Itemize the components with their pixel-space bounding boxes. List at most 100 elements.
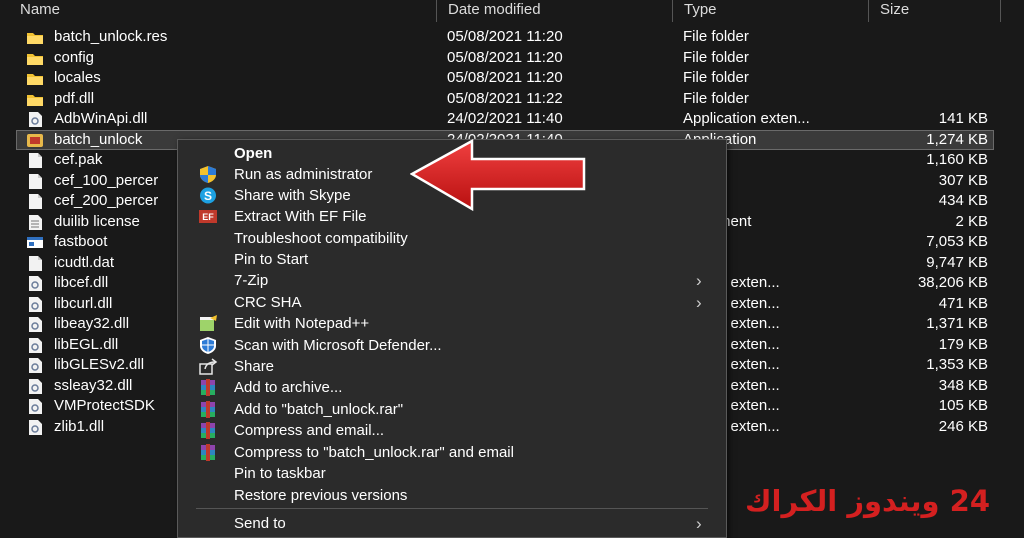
- menu-item-pin-to-taskbar[interactable]: Pin to taskbar: [178, 463, 726, 484]
- file-icon: [26, 153, 44, 168]
- menu-item-7-zip[interactable]: 7-Zip ›: [178, 270, 726, 291]
- dll-file-icon: [26, 337, 44, 353]
- file-size: 9,747 KB: [926, 253, 988, 271]
- menu-item-scan-with-microsoft-defender[interactable]: Scan with Microsoft Defender...: [178, 335, 726, 356]
- menu-item-restore-previous-versions[interactable]: Restore previous versions: [178, 485, 726, 506]
- column-divider[interactable]: [672, 0, 673, 22]
- menu-item-label: Compress to "batch_unlock.rar" and email: [234, 444, 514, 461]
- file-type: File folder: [683, 28, 749, 45]
- file-type: File folder: [683, 69, 749, 86]
- menu-item-edit-with-notepad[interactable]: Edit with Notepad++: [178, 313, 726, 334]
- chevron-right-icon: ›: [696, 271, 702, 290]
- file-size: 307 KB: [938, 171, 988, 189]
- menu-item-label: Edit with Notepad++: [234, 315, 370, 332]
- file-type: Application exten...: [683, 110, 810, 127]
- chevron-right-icon: ›: [696, 293, 702, 312]
- file-size: 1,160 KB: [926, 151, 988, 168]
- menu-item-add-to-batch-unlock-rar[interactable]: Add to "batch_unlock.rar": [178, 399, 726, 420]
- chevron-right-icon: ›: [696, 514, 702, 533]
- dll-file-icon: [26, 112, 44, 127]
- column-header-size[interactable]: Size: [872, 0, 909, 22]
- file-date: 05/08/2021 11:22: [447, 89, 563, 107]
- file-size: 246 KB: [938, 417, 988, 435]
- winrar-icon: [198, 444, 218, 461]
- dll-file-icon: [26, 296, 44, 312]
- menu-item-compress-to-batch-unlock-rar-and-email[interactable]: Compress to "batch_unlock.rar" and email: [178, 442, 726, 463]
- file-icon: [26, 173, 44, 189]
- file-row[interactable]: config 05/08/2021 11:20 File folder: [0, 48, 1024, 69]
- svg-text:S: S: [204, 189, 212, 203]
- menu-separator: [196, 508, 708, 509]
- file-type: File folder: [683, 89, 749, 107]
- file-date: 05/08/2021 11:20: [447, 48, 563, 66]
- file-name: AdbWinApi.dll: [54, 110, 148, 127]
- menu-item-label: Share: [234, 358, 275, 375]
- file-row[interactable]: pdf.dll 05/08/2021 11:22 File folder: [0, 89, 1024, 110]
- file-name: config: [54, 48, 95, 66]
- file-size: 471 KB: [938, 294, 988, 312]
- folder-icon: [26, 30, 44, 45]
- file-date: 24/02/2021 11:40: [447, 110, 563, 127]
- menu-item-label: Add to archive...: [234, 379, 343, 396]
- winrar-icon: [198, 422, 218, 439]
- file-size: [876, 89, 988, 110]
- menu-item-label: Open: [234, 145, 273, 162]
- menu-item-pin-to-start[interactable]: Pin to Start: [178, 249, 726, 270]
- file-row[interactable]: locales 05/08/2021 11:20 File folder: [0, 68, 1024, 89]
- winrar-icon: [198, 401, 218, 418]
- menu-item-label: Send to: [234, 515, 286, 532]
- file-name: batch_unlock.res: [54, 28, 168, 45]
- column-header-date[interactable]: Date modified: [440, 0, 541, 22]
- watermark-text: 24 ويندوز الكراك: [744, 484, 990, 518]
- column-divider[interactable]: [436, 0, 437, 22]
- skype-icon: S: [198, 187, 218, 204]
- dll-file-icon: [26, 378, 44, 394]
- file-size: 179 KB: [938, 335, 988, 353]
- file-size: [876, 48, 988, 69]
- column-header-type[interactable]: Type: [676, 0, 717, 22]
- file-size: 348 KB: [938, 376, 988, 394]
- text-file-icon: [26, 214, 44, 230]
- file-size: 105 KB: [938, 397, 988, 414]
- folder-icon: [26, 51, 44, 66]
- file-size: 434 KB: [938, 192, 988, 209]
- file-row[interactable]: AdbWinApi.dll 24/02/2021 11:40 Application…: [0, 109, 1024, 130]
- column-header-name[interactable]: Name: [12, 0, 60, 22]
- file-row[interactable]: batch_unlock.res 05/08/2021 11:20 File fol…: [0, 27, 1024, 48]
- dll-file-icon: [26, 358, 44, 373]
- menu-item-share[interactable]: Share: [178, 356, 726, 377]
- column-divider[interactable]: [1000, 0, 1001, 22]
- menu-item-label: Pin to Start: [234, 251, 309, 268]
- menu-item-label: Restore previous versions: [234, 487, 408, 504]
- file-size: 1,274 KB: [926, 130, 988, 148]
- file-size: 38,206 KB: [917, 274, 988, 291]
- dll-file-icon: [26, 276, 44, 291]
- file-size: 141 KB: [938, 110, 988, 127]
- menu-item-crc-sha[interactable]: CRC SHA ›: [178, 292, 726, 313]
- file-size: [876, 27, 988, 48]
- folder-icon: [26, 92, 44, 107]
- svg-text:EF: EF: [202, 212, 214, 222]
- menu-item-compress-and-email[interactable]: Compress and email...: [178, 420, 726, 441]
- ef-file-icon: EF: [198, 208, 218, 225]
- menu-item-add-to-archive[interactable]: Add to archive...: [178, 377, 726, 398]
- file-size: [876, 68, 988, 89]
- menu-item-troubleshoot-compatibility[interactable]: Troubleshoot compatibility: [178, 228, 726, 249]
- column-header-bar: Name Date modified Type Size: [0, 0, 1024, 22]
- fastboot-app-icon: [26, 235, 44, 250]
- menu-item-label: Add to "batch_unlock.rar": [234, 401, 404, 418]
- file-date: 05/08/2021 11:20: [447, 28, 563, 45]
- dll-file-icon: [26, 317, 44, 332]
- share-icon: [198, 358, 218, 375]
- file-size: 1,353 KB: [926, 356, 988, 373]
- file-date: 05/08/2021 11:20: [447, 69, 563, 86]
- menu-item-label: Share with Skype: [234, 187, 351, 204]
- menu-item-send-to[interactable]: Send to ›: [178, 513, 726, 534]
- file-name: locales: [54, 69, 101, 86]
- file-type: File folder: [683, 48, 749, 66]
- menu-item-label: Extract With EF File: [234, 208, 367, 225]
- uac-shield-icon: [198, 166, 218, 183]
- defender-shield-icon: [198, 337, 218, 354]
- dll-file-icon: [26, 419, 44, 435]
- column-divider[interactable]: [868, 0, 869, 22]
